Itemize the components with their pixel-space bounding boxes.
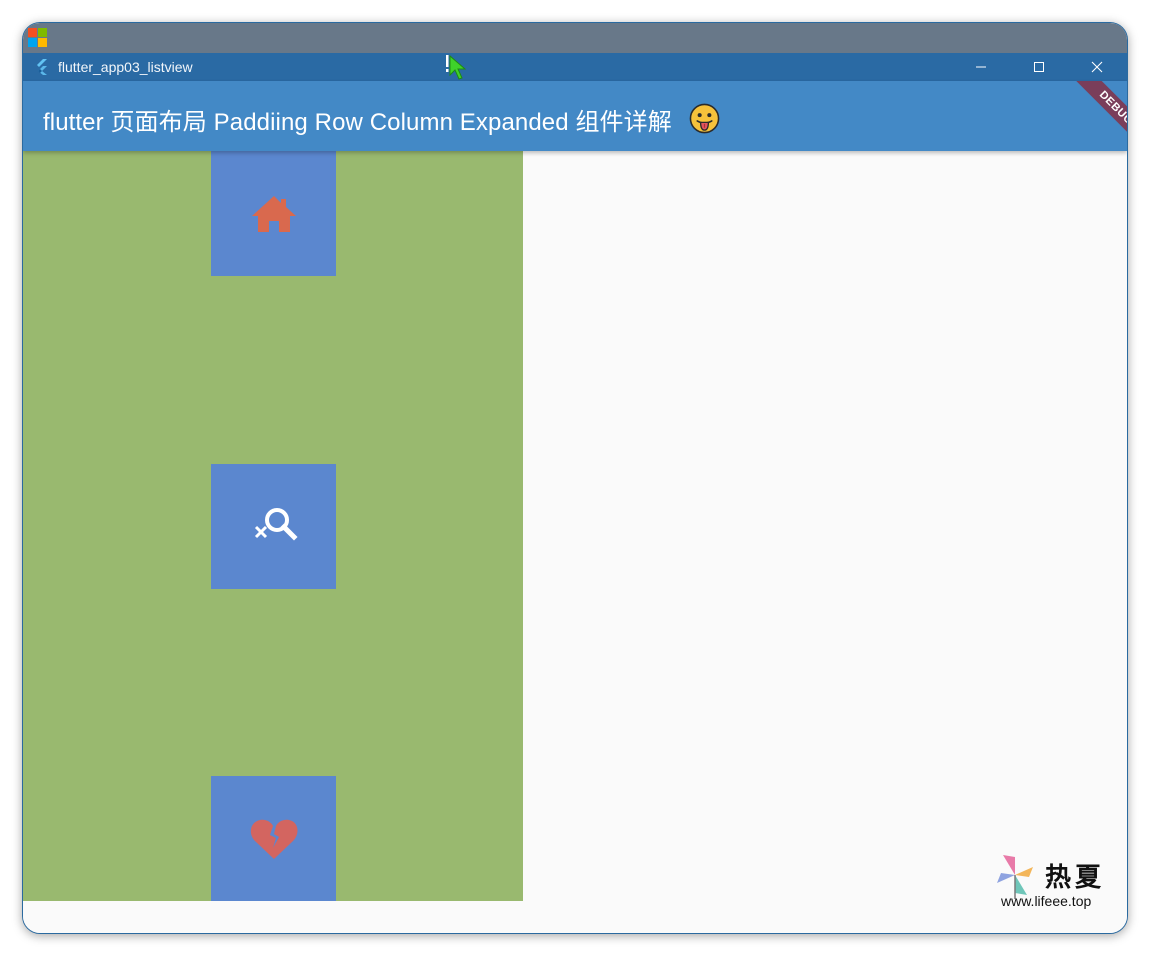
window-titlebar[interactable]: flutter_app03_listview	[23, 53, 1127, 81]
os-strip	[23, 23, 1127, 53]
maximize-button[interactable]	[1010, 53, 1068, 81]
site-watermark: 热夏 www.lifeee.top	[993, 853, 1113, 915]
tongue-out-face-icon	[689, 103, 720, 134]
search-off-tile[interactable]	[211, 464, 336, 589]
heart-broken-icon	[250, 819, 298, 859]
minimize-button[interactable]	[952, 53, 1010, 81]
search-off-icon	[254, 507, 298, 541]
maximize-icon	[1034, 62, 1044, 72]
page-title: flutter 页面布局 Paddiing Row Column Expande…	[43, 109, 672, 136]
watermark-name: 热夏	[1045, 863, 1106, 893]
window-title: flutter_app03_listview	[58, 59, 193, 75]
debug-banner-label: DEBUG	[1070, 81, 1127, 154]
page-body	[23, 151, 1127, 933]
home-icon	[251, 195, 296, 232]
mouse-cursor-icon	[446, 54, 467, 80]
minimize-icon	[976, 66, 986, 68]
home-tile[interactable]	[211, 151, 336, 276]
watermark-url: www.lifeee.top	[1001, 893, 1092, 909]
app-bar: flutter 页面布局 Paddiing Row Column Expande…	[23, 81, 1127, 151]
app-window: flutter_app03_listview flutter 页面布局 Padd…	[22, 22, 1128, 934]
close-button[interactable]	[1068, 53, 1126, 81]
windows-logo-icon	[28, 28, 48, 48]
debug-banner: DEBUG	[1037, 81, 1127, 173]
expanded-column	[23, 151, 523, 901]
close-icon	[1091, 61, 1103, 73]
flutter-logo-icon	[37, 59, 47, 75]
heart-broken-tile[interactable]	[211, 776, 336, 901]
